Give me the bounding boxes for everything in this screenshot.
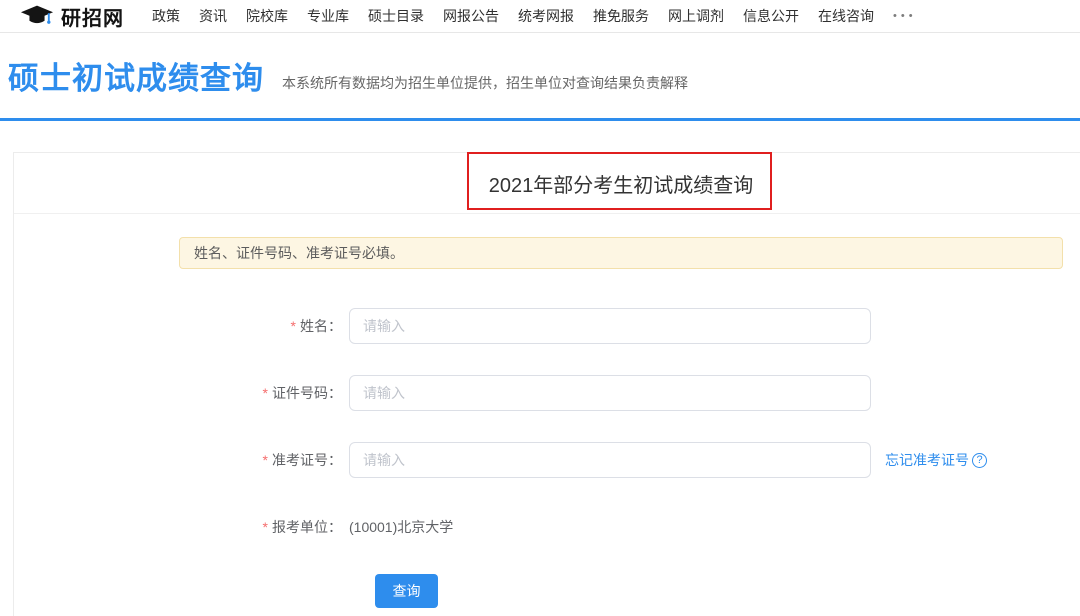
required-asterisk: * — [291, 318, 296, 334]
admission-ticket-input[interactable] — [349, 442, 871, 478]
nav-menu: 政策资讯院校库专业库硕士目录网报公告统考网报推免服务网上调剂信息公开在线咨询 — [152, 6, 874, 26]
form-row-id-number: *证件号码： — [14, 375, 1080, 411]
card-header: 2021年部分考生初试成绩查询 — [14, 153, 1080, 214]
institution-value: (10001)北京大学 — [349, 517, 453, 537]
nav-item-news[interactable]: 资讯 — [199, 6, 227, 26]
query-card: 2021年部分考生初试成绩查询 姓名、证件号码、准考证号必填。 *姓名： *证件… — [13, 152, 1080, 616]
id-number-label: *证件号码： — [14, 383, 342, 403]
required-asterisk: * — [263, 385, 268, 401]
logo-text: 研招网 — [61, 2, 124, 31]
notice-bar: 姓名、证件号码、准考证号必填。 — [179, 237, 1063, 269]
nav-item-unified-exam-registration[interactable]: 统考网报 — [518, 6, 574, 26]
nav-item-policy[interactable]: 政策 — [152, 6, 180, 26]
nav-item-college-library[interactable]: 院校库 — [246, 6, 288, 26]
site-logo[interactable]: 研招网 — [20, 2, 124, 31]
nav-item-online-adjustment[interactable]: 网上调剂 — [668, 6, 724, 26]
admission-ticket-label: *准考证号： — [14, 450, 342, 470]
required-asterisk: * — [263, 519, 268, 535]
nav-item-major-library[interactable]: 专业库 — [307, 6, 349, 26]
form-row-admission-ticket: *准考证号： 忘记准考证号? — [14, 442, 1080, 478]
more-menu-icon[interactable]: ••• — [893, 10, 917, 22]
form-row-institution: *报考单位： (10001)北京大学 — [14, 509, 1080, 545]
name-label: *姓名： — [14, 316, 342, 336]
nav-item-exemption-service[interactable]: 推免服务 — [593, 6, 649, 26]
forgot-ticket-link[interactable]: 忘记准考证号? — [885, 450, 987, 470]
page-subtitle: 本系统所有数据均为招生单位提供，招生单位对查询结果负责解释 — [282, 73, 688, 93]
page-header: 硕士初试成绩查询 本系统所有数据均为招生单位提供，招生单位对查询结果负责解释 — [0, 33, 1080, 118]
nav-item-online-report-notice[interactable]: 网报公告 — [443, 6, 499, 26]
card-title: 2021年部分考生初试成绩查询 — [489, 169, 754, 198]
nav-item-info-disclosure[interactable]: 信息公开 — [743, 6, 799, 26]
id-number-input[interactable] — [349, 375, 871, 411]
graduation-cap-icon — [20, 4, 54, 28]
name-input[interactable] — [349, 308, 871, 344]
institution-label: *报考单位： — [14, 517, 342, 537]
notice-text: 姓名、证件号码、准考证号必填。 — [194, 243, 404, 263]
top-navigation: 研招网 政策资讯院校库专业库硕士目录网报公告统考网报推免服务网上调剂信息公开在线… — [0, 0, 1080, 33]
nav-item-master-catalog[interactable]: 硕士目录 — [368, 6, 424, 26]
help-icon: ? — [972, 453, 987, 468]
query-button[interactable]: 查询 — [375, 574, 438, 608]
blue-divider — [0, 118, 1080, 121]
page-title: 硕士初试成绩查询 — [8, 53, 264, 98]
query-form: *姓名： *证件号码： *准考证号： 忘记准考证号? *报考单位： (10001… — [14, 308, 1080, 608]
button-row: 查询 — [375, 574, 1080, 608]
form-row-name: *姓名： — [14, 308, 1080, 344]
required-asterisk: * — [263, 452, 268, 468]
nav-item-online-consultation[interactable]: 在线咨询 — [818, 6, 874, 26]
